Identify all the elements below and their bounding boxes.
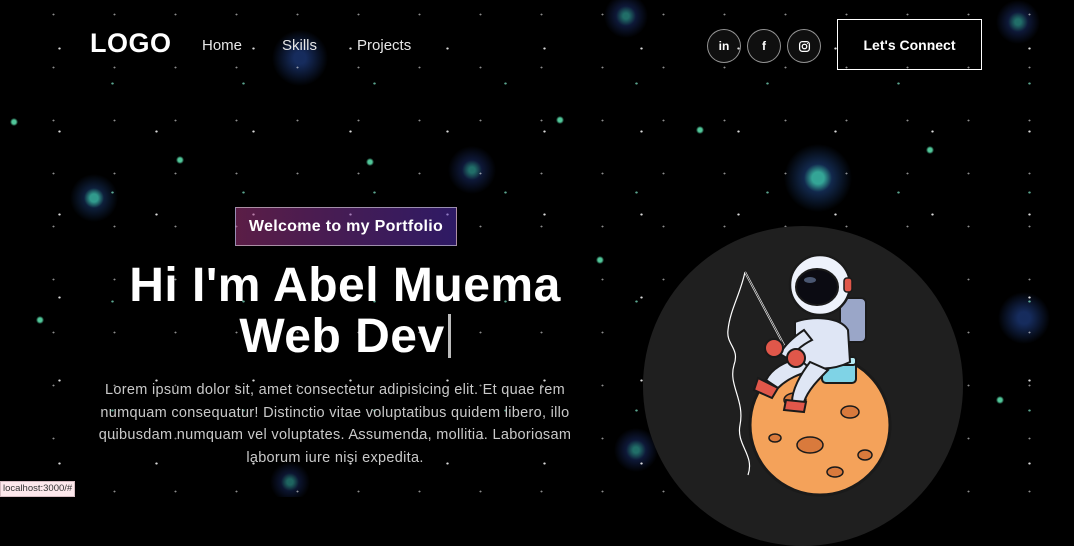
instagram-icon[interactable]	[787, 29, 821, 63]
nav-link-projects[interactable]: Projects	[357, 37, 411, 54]
lets-connect-button[interactable]: Let's Connect	[837, 19, 982, 70]
hero-intro-text: Lorem ipsum dolor sit, amet consectetur …	[98, 382, 572, 466]
navbar: LOGO Home Skills Projects in f Let's Con…	[0, 0, 1074, 90]
nav-link-home[interactable]: Home	[202, 37, 242, 54]
welcome-badge: Welcome to my Portfolio	[235, 207, 457, 246]
logo[interactable]: LOGO	[90, 28, 172, 59]
headline-line-2: Web Dev	[239, 310, 445, 363]
nav-links: Home Skills Projects	[202, 37, 411, 54]
social-links: in f	[707, 29, 821, 63]
browser-status-url: localhost:3000/#	[0, 481, 76, 497]
nav-link-skills[interactable]: Skills	[282, 37, 317, 54]
hero-headline: Hi I'm Abel Muema Web Dev	[70, 260, 620, 362]
astronaut-on-moon-illustration	[727, 253, 892, 497]
headline-line-1: Hi I'm Abel Muema	[129, 259, 561, 312]
typing-cursor	[447, 314, 451, 358]
facebook-icon[interactable]: f	[747, 29, 781, 63]
linkedin-icon[interactable]: in	[707, 29, 741, 63]
